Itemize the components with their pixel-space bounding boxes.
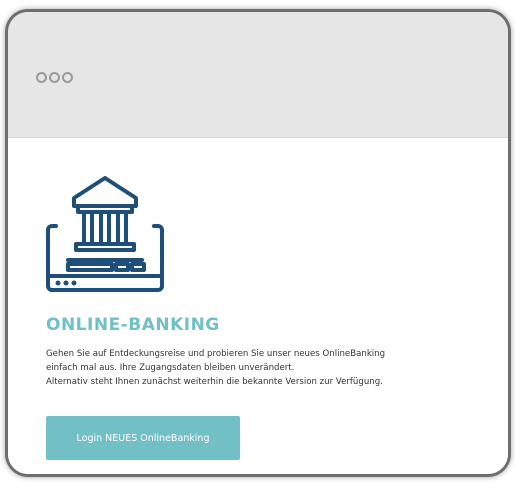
description-line-1: Gehen Sie auf Entdeckungsreise und probi… <box>46 349 386 359</box>
window-control-dot-2[interactable] <box>49 72 60 83</box>
bank-laptop-icon <box>46 176 164 292</box>
browser-window: ONLINE-BANKING Gehen Sie auf Entdeckungs… <box>8 12 508 474</box>
window-titlebar <box>8 12 508 138</box>
page-title: ONLINE-BANKING <box>46 315 220 335</box>
login-new-onlinebanking-button[interactable]: Login NEUES OnlineBanking <box>46 416 240 460</box>
window-controls <box>36 72 73 83</box>
description-text: Gehen Sie auf Entdeckungsreise und probi… <box>46 347 466 389</box>
window-control-dot-3[interactable] <box>62 72 73 83</box>
window-control-dot-1[interactable] <box>36 72 47 83</box>
description-line-2: einfach mal aus. Ihre Zugangsdaten bleib… <box>46 363 295 373</box>
content-area: ONLINE-BANKING Gehen Sie auf Entdeckungs… <box>8 138 508 474</box>
description-line-3: Alternativ steht Ihnen zunächst weiterhi… <box>46 377 383 387</box>
